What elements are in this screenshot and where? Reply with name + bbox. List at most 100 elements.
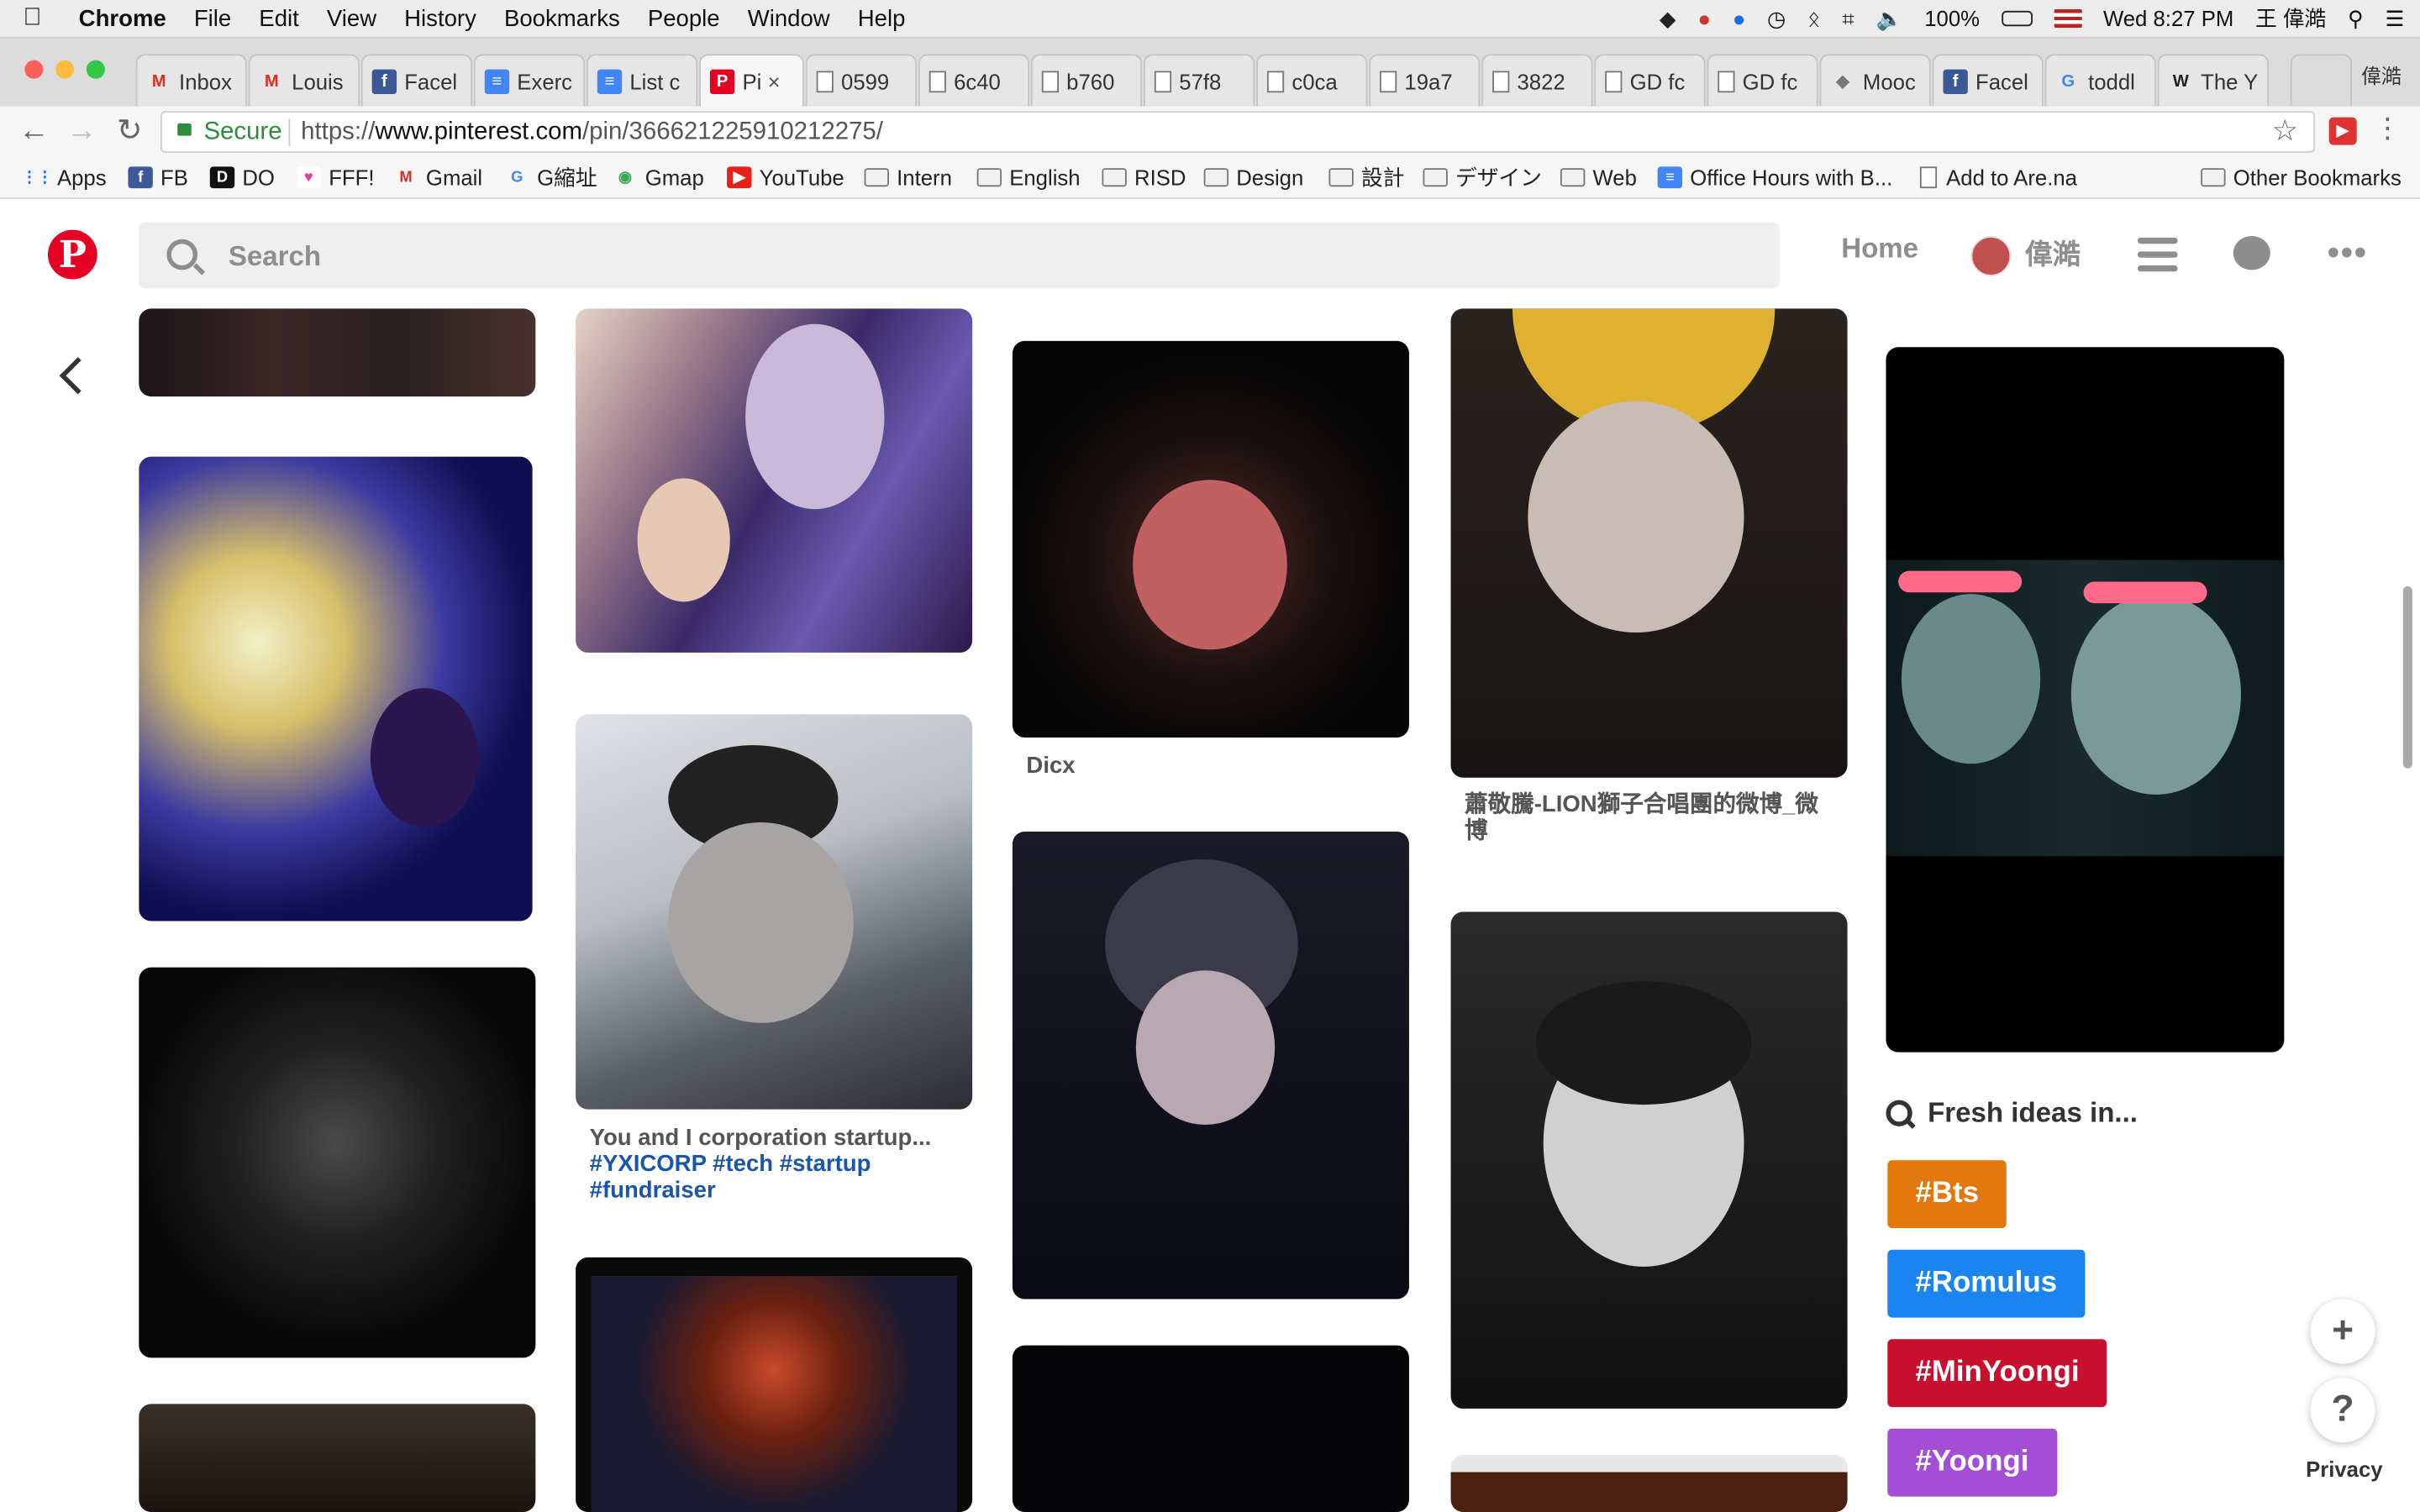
menu-app-chrome[interactable]: Chrome: [65, 5, 180, 31]
idea-chip-bts[interactable]: #Bts: [1887, 1160, 2007, 1229]
pin-image[interactable]: [1012, 340, 1409, 738]
menu-bookmarks[interactable]: Bookmarks: [490, 5, 634, 31]
bookmark-item[interactable]: D DO: [209, 157, 275, 197]
browser-tab[interactable]: ≡ Exerc: [473, 54, 586, 107]
scrollbar-thumb[interactable]: [2402, 585, 2412, 769]
avatar[interactable]: [1970, 236, 2012, 276]
browser-tab[interactable]: 57f8: [1144, 54, 1255, 107]
pin-image[interactable]: [576, 308, 973, 653]
bookmark-item[interactable]: English: [976, 157, 1081, 197]
back-icon[interactable]: ←: [15, 113, 52, 150]
new-tab-button[interactable]: [2290, 54, 2353, 107]
bookmark-star-icon[interactable]: ☆: [2272, 113, 2298, 151]
menu-view[interactable]: View: [313, 5, 390, 31]
browser-tab[interactable]: P Pi ×: [699, 54, 804, 107]
menu-people[interactable]: People: [634, 5, 734, 31]
pin-image[interactable]: [1450, 911, 1848, 1409]
bookmark-item[interactable]: ≡ Office Hours with B...: [1657, 157, 1892, 197]
browser-tab[interactable]: 6c40: [918, 54, 1030, 107]
bookmark-item[interactable]: Intern: [864, 157, 952, 197]
creative-cloud-icon[interactable]: ●: [1697, 6, 1711, 30]
browser-tab[interactable]: 19a7: [1369, 54, 1481, 107]
browser-tab[interactable]: f Facel: [1932, 54, 2044, 107]
close-window-button[interactable]: [24, 60, 44, 79]
profile-link[interactable]: 偉澔: [2025, 233, 2081, 273]
menu-window[interactable]: Window: [734, 5, 844, 31]
add-pin-button[interactable]: +: [2310, 1299, 2375, 1364]
pin-image[interactable]: [1450, 308, 1848, 778]
zoom-window-button[interactable]: [86, 60, 105, 79]
extension-icon[interactable]: ▶: [2328, 117, 2357, 145]
bookmark-item[interactable]: Web: [1560, 157, 1637, 197]
browser-tab[interactable]: Gtoddl: [2044, 54, 2156, 107]
home-link[interactable]: Home: [1841, 233, 1918, 265]
pin-caption[interactable]: Dicx: [1026, 753, 1075, 779]
battery-percent[interactable]: 100%: [1924, 6, 1980, 30]
browser-tab[interactable]: c0ca: [1256, 54, 1368, 107]
bookmark-item[interactable]: ▶ YouTube: [727, 157, 844, 197]
shazam-icon[interactable]: ●: [1733, 6, 1746, 30]
bookmark-item[interactable]: f FB: [128, 157, 188, 197]
browser-tab[interactable]: M Louis: [248, 54, 360, 107]
pin-image[interactable]: [1012, 831, 1409, 1299]
bookmark-item[interactable]: Other Bookmarks: [2201, 157, 2402, 197]
menu-file[interactable]: File: [180, 5, 245, 31]
bookmark-item[interactable]: Design: [1203, 157, 1303, 197]
pinterest-logo-icon[interactable]: P: [47, 229, 97, 280]
dropbox-icon[interactable]: ◆: [1660, 5, 1676, 31]
pin-image[interactable]: [139, 308, 536, 397]
battery-icon[interactable]: [2001, 10, 2033, 27]
bookmark-item[interactable]: ⋮⋮ Apps: [22, 157, 107, 197]
pin-image[interactable]: [576, 714, 973, 1110]
browser-tab[interactable]: f Facel: [360, 54, 473, 107]
spotlight-icon[interactable]: ⚲: [2348, 5, 2364, 31]
bookmark-item[interactable]: RISD: [1102, 157, 1186, 197]
wifi-icon[interactable]: ⌗: [1842, 5, 1854, 31]
reload-icon[interactable]: ↻: [111, 113, 148, 150]
volume-icon[interactable]: 🔈: [1876, 5, 1902, 31]
time-machine-icon[interactable]: ◷: [1767, 5, 1786, 31]
pin-caption[interactable]: You and I corporation startup... #YXICOR…: [590, 1125, 960, 1204]
browser-tab[interactable]: 3822: [1481, 54, 1593, 107]
bluetooth-icon[interactable]: ᛟ: [1807, 6, 1820, 30]
bookmark-item[interactable]: 設計: [1328, 157, 1404, 197]
more-options-icon[interactable]: •••: [2328, 233, 2368, 273]
pin-image[interactable]: [1012, 1345, 1409, 1512]
messages-icon[interactable]: [2233, 236, 2270, 270]
close-tab-icon[interactable]: ×: [768, 69, 781, 93]
bookmark-item[interactable]: ◉ Gmap: [613, 157, 704, 197]
pin-image[interactable]: [139, 456, 533, 921]
menu-help[interactable]: Help: [844, 5, 919, 31]
minimize-window-button[interactable]: [55, 60, 75, 79]
browser-tab[interactable]: b760: [1030, 54, 1143, 107]
privacy-link[interactable]: Privacy: [2306, 1457, 2383, 1481]
bookmark-item[interactable]: G G縮址: [505, 157, 597, 197]
menu-edit[interactable]: Edit: [245, 5, 313, 31]
user-name[interactable]: 王 偉澔: [2255, 3, 2326, 34]
pin-image[interactable]: [1886, 347, 2285, 1053]
idea-chip-minyoongi[interactable]: #MinYoongi: [1887, 1339, 2107, 1408]
browser-tab[interactable]: GD fc: [1594, 54, 1706, 107]
forward-icon[interactable]: →: [63, 113, 100, 150]
browser-tab[interactable]: GD fc: [1707, 54, 1818, 107]
pin-image[interactable]: [139, 967, 536, 1358]
pin-image[interactable]: [1450, 1455, 1848, 1512]
chrome-menu-icon[interactable]: ⋮: [2374, 113, 2402, 145]
idea-chip-yoongi[interactable]: #Yoongi: [1887, 1428, 2057, 1497]
clock-datetime[interactable]: Wed 8:27 PM: [2103, 6, 2233, 30]
pin-caption[interactable]: 蕭敬騰-LION獅子合唱團的微博_微博: [1465, 791, 1838, 843]
browser-tab[interactable]: ≡ List c: [586, 54, 698, 107]
search-input[interactable]: [225, 222, 1621, 292]
notification-center-icon[interactable]: ☰: [2386, 5, 2405, 31]
browser-tab[interactable]: W The Y: [2157, 54, 2269, 107]
menu-history[interactable]: History: [391, 5, 491, 31]
idea-chip-romulus[interactable]: #Romulus: [1887, 1249, 2086, 1318]
browser-tab[interactable]: 0599: [805, 54, 918, 107]
flag-us-icon[interactable]: [2054, 9, 2082, 29]
bookmark-item[interactable]: Add to Are.na: [1919, 157, 2077, 197]
back-arrow-icon[interactable]: [59, 357, 97, 395]
help-button[interactable]: ?: [2310, 1378, 2375, 1443]
pin-image[interactable]: [576, 1257, 973, 1512]
chrome-profile-name[interactable]: 偉澔: [2361, 60, 2402, 90]
pin-caption-hashtags[interactable]: #YXICORP #tech #startup #fundraiser: [590, 1151, 871, 1203]
